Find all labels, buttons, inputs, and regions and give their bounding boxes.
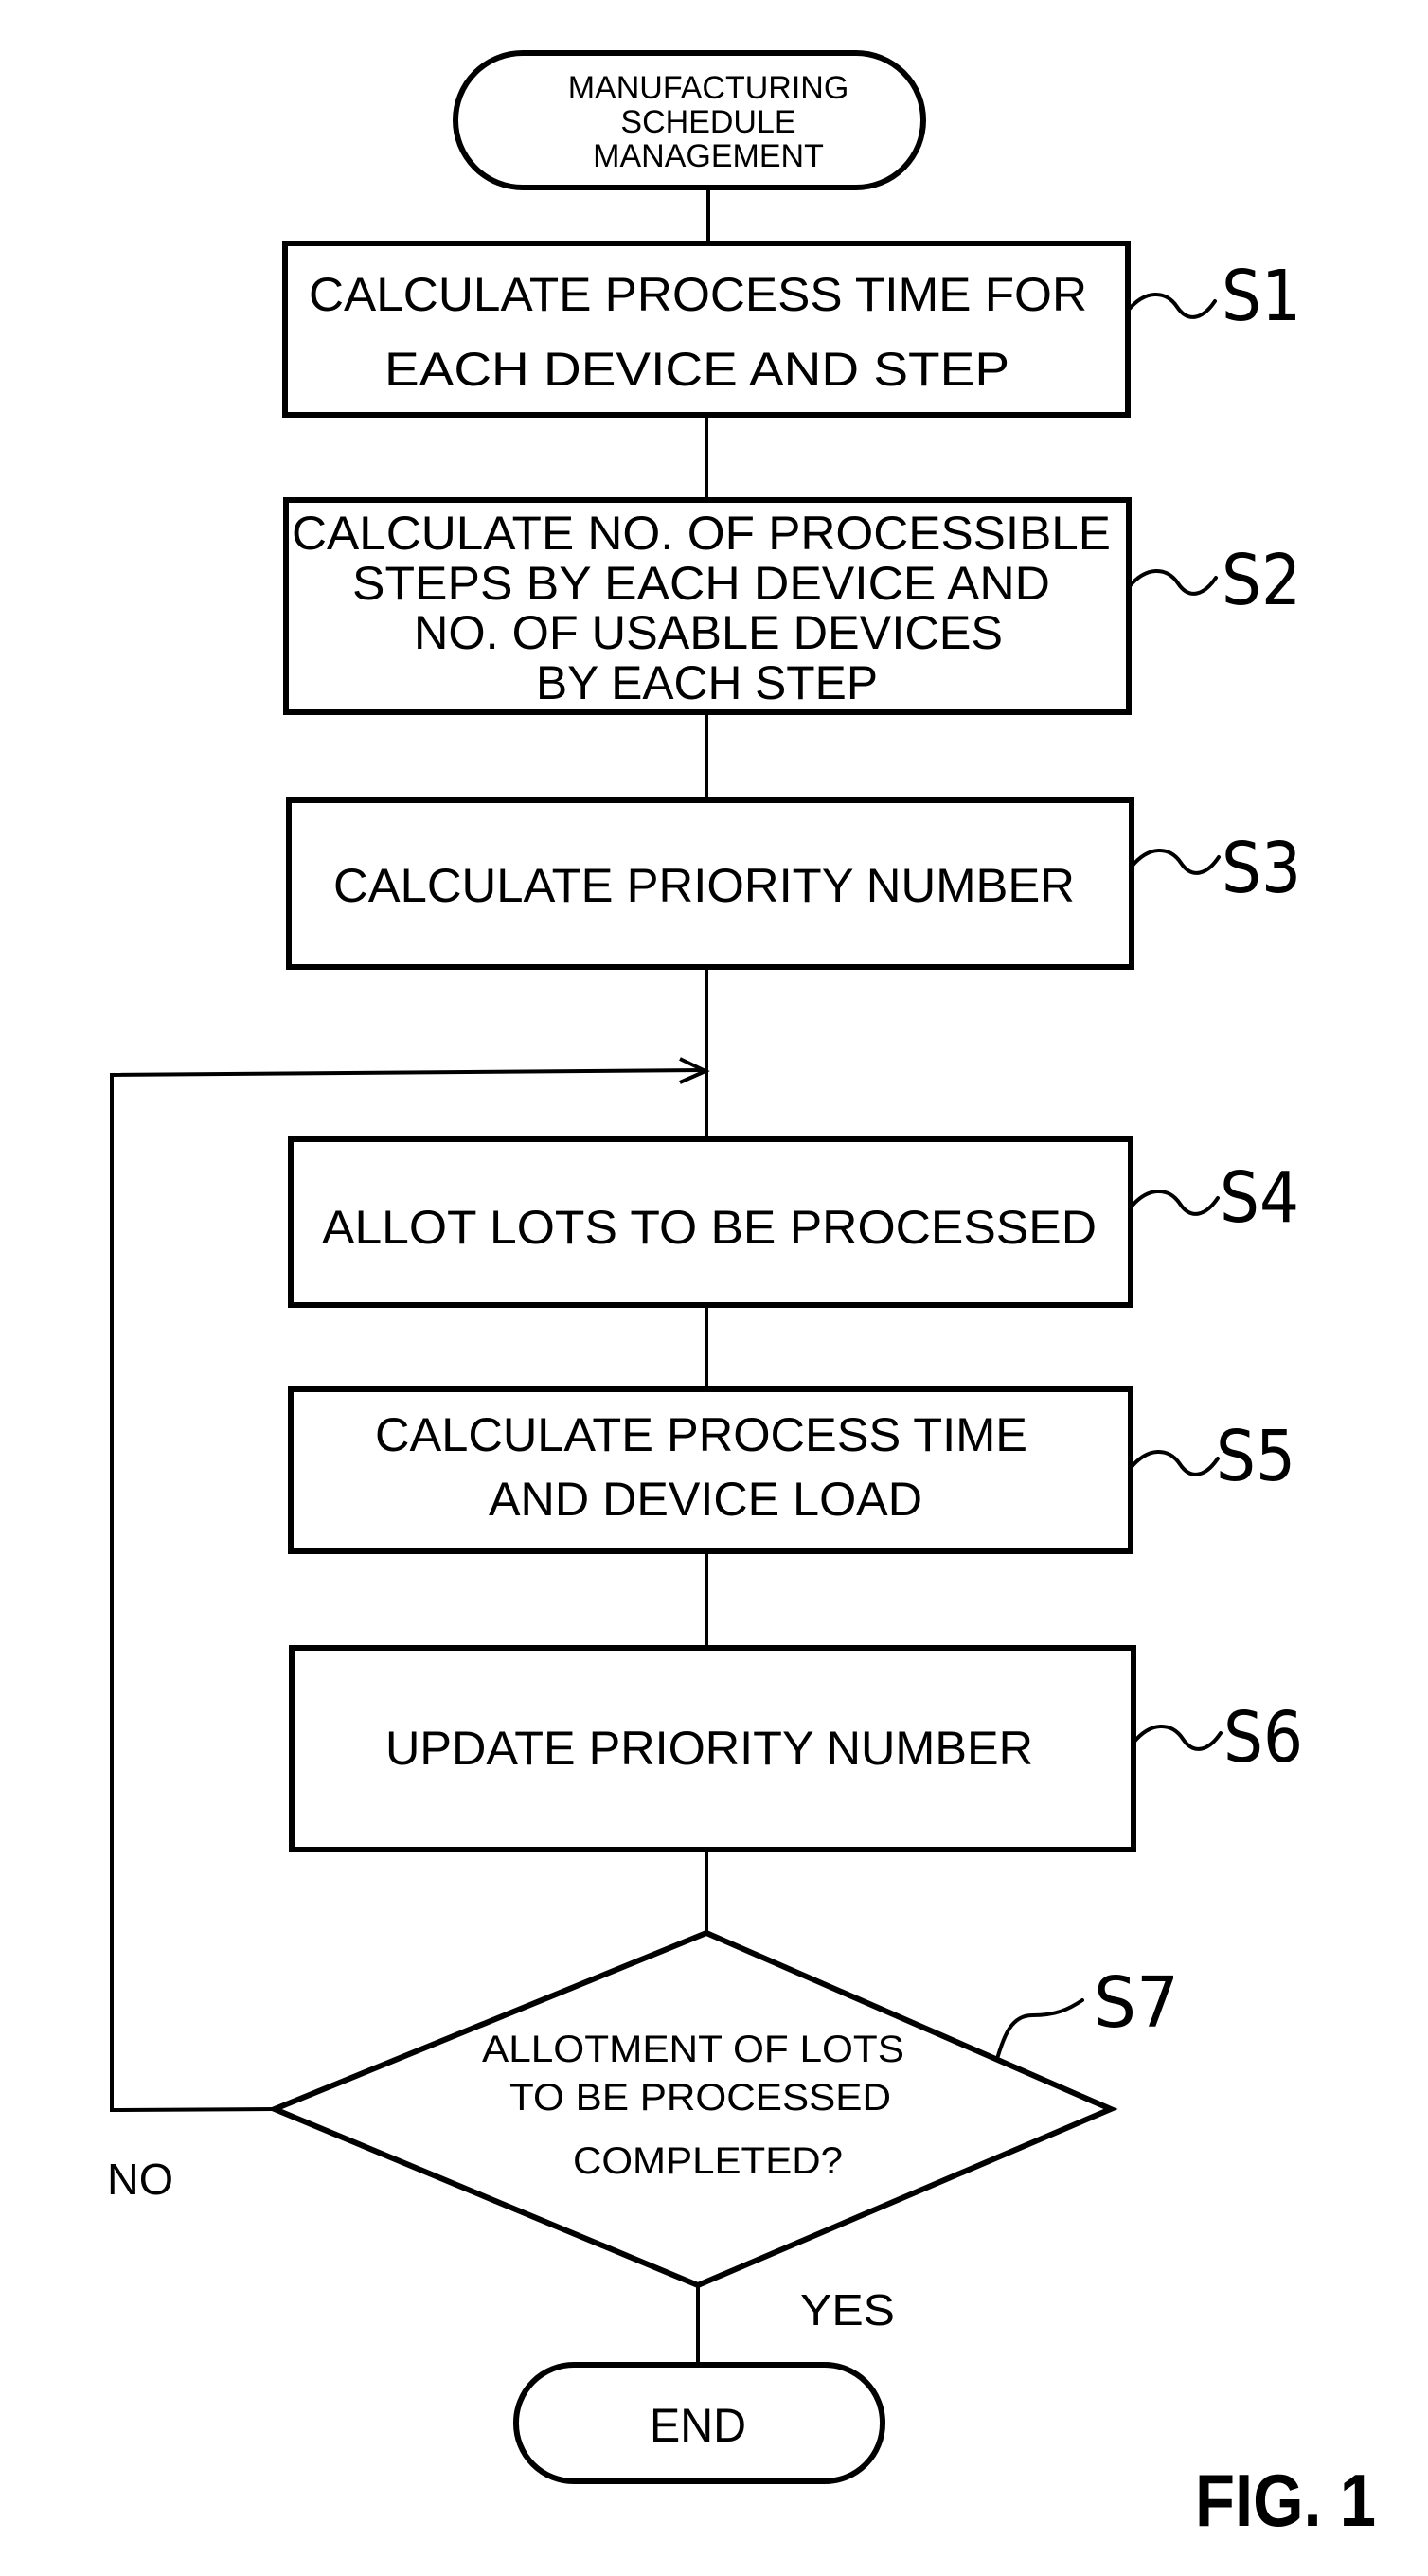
process-step-s1: CALCULATE PROCESS TIME FOR EACH DEVICE A… [282,241,1301,418]
no-branch-label: NO [107,2155,173,2204]
process-step-s4: ALLOT LOTS TO BE PROCESSED S4 [288,1136,1299,1308]
start-terminal: MANUFACTURING SCHEDULE MANAGEMENT [453,50,926,190]
step-number-label: S6 [1223,1697,1303,1779]
process-step-text: STEPS BY EACH DEVICE AND [352,557,1050,610]
step-number-label: S1 [1222,256,1301,337]
process-step-text: AND DEVICE LOAD [489,1473,922,1526]
start-terminal-line: MANAGEMENT [593,138,824,174]
process-step-text: EACH DEVICE AND STEP [384,343,1009,396]
step-number-label: S2 [1222,540,1301,621]
step-leader-line [1127,569,1218,596]
process-step-s6: UPDATE PRIORITY NUMBER S6 [289,1645,1303,1852]
process-step-text: CALCULATE PROCESS TIME FOR [309,268,1087,321]
end-terminal-text: END [650,2399,746,2452]
process-step-text: CALCULATE NO. OF PROCESSIBLE [292,507,1111,560]
process-step-s2: CALCULATE NO. OF PROCESSIBLE STEPS BY EA… [283,497,1301,715]
process-step-s5: CALCULATE PROCESS TIME AND DEVICE LOAD S… [288,1386,1295,1554]
step-number-label: S7 [1094,1962,1179,2044]
decision-text: TO BE PROCESSED [509,2077,891,2119]
process-step-s3: CALCULATE PRIORITY NUMBER S3 [286,797,1301,970]
decision-s7: ALLOTMENT OF LOTS TO BE PROCESSED COMPLE… [107,1929,1179,2334]
step-leader-line [1129,1190,1220,1216]
step-number-label: S5 [1216,1416,1295,1497]
figure-title: FIG. 1 [1195,2459,1376,2542]
process-step-text: BY EACH STEP [536,656,878,709]
yes-branch-label: YES [800,2285,895,2334]
step-number-label: S3 [1222,828,1301,909]
process-step-text: UPDATE PRIORITY NUMBER [385,1722,1033,1775]
end-terminal: END [513,2362,885,2484]
start-terminal-line: SCHEDULE [620,104,795,140]
decision-text: ALLOTMENT OF LOTS [482,2029,904,2070]
step-leader-line [1130,849,1221,875]
flowchart: MANUFACTURING SCHEDULE MANAGEMENT CALCUL… [107,50,1376,2542]
process-step-text: CALCULATE PRIORITY NUMBER [333,859,1075,912]
step-leader-line [1126,293,1217,319]
process-step-text: NO. OF USABLE DEVICES [414,606,1003,659]
start-terminal-line: MANUFACTURING [568,70,849,106]
step-leader-line [995,1998,1084,2061]
step-leader-line [1129,1450,1220,1476]
decision-text: COMPLETED? [573,2140,843,2182]
step-leader-line [1132,1725,1223,1751]
step-number-label: S4 [1220,1157,1299,1239]
process-step-text: ALLOT LOTS TO BE PROCESSED [322,1201,1097,1254]
process-step-text: CALCULATE PROCESS TIME [375,1408,1027,1461]
